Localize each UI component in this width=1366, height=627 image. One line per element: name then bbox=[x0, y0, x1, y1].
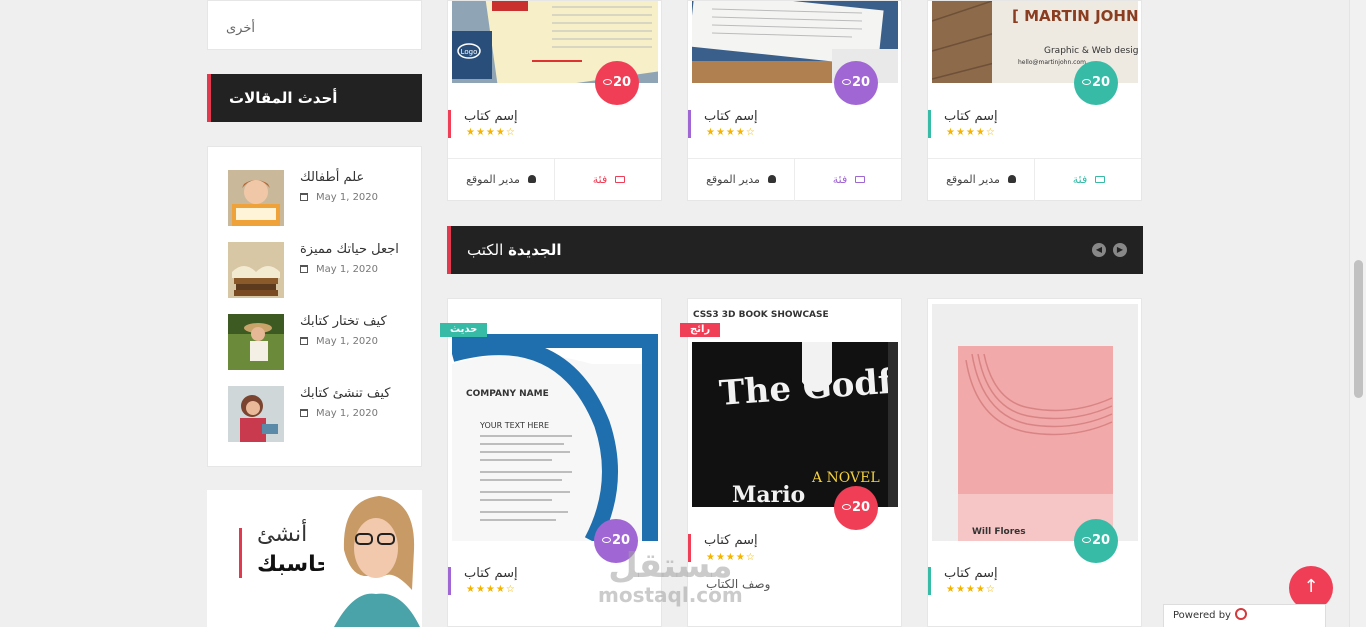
status-ribbon: حديث bbox=[440, 323, 488, 337]
recent-post-title[interactable]: كيف تختار كتابك bbox=[300, 314, 387, 329]
user-icon bbox=[1007, 175, 1016, 183]
book-card[interactable]: 20 إسم كتاب ★★★★☆ مدير الموقع فئة bbox=[687, 0, 902, 201]
chevron-right-icon: ▶ bbox=[1116, 245, 1124, 254]
category-other-link[interactable]: أخرى bbox=[226, 21, 255, 36]
category-other-box: أخرى bbox=[207, 0, 422, 50]
eye-icon bbox=[841, 504, 851, 510]
views-badge: 20 bbox=[595, 61, 639, 105]
folder-icon bbox=[1095, 176, 1106, 183]
recent-post-item[interactable]: اجعل حياتك مميزة May 1, 2020 bbox=[228, 242, 408, 298]
folder-icon bbox=[855, 176, 866, 183]
recent-post-item[interactable]: علم أطفالك May 1, 2020 bbox=[228, 170, 408, 226]
card-role-text: Graphic & Web design bbox=[1044, 46, 1138, 56]
ad-woman-image bbox=[324, 490, 422, 627]
eye-icon bbox=[602, 79, 612, 85]
rating-stars: ★★★★☆ bbox=[466, 127, 516, 138]
book-title[interactable]: إسم كتاب bbox=[928, 566, 1141, 581]
calendar-icon bbox=[300, 409, 308, 417]
recent-post-thumbnail[interactable] bbox=[228, 170, 284, 226]
recent-post-date: May 1, 2020 bbox=[300, 264, 378, 275]
book-title[interactable]: إسم كتاب bbox=[448, 109, 661, 124]
rating-stars: ★★★★☆ bbox=[946, 584, 996, 595]
book-card[interactable]: [ MARTIN JOHN Graphic & Web design hello… bbox=[927, 0, 1142, 201]
views-badge: 20 bbox=[834, 61, 878, 105]
eye-icon bbox=[601, 537, 611, 543]
book-cover-image[interactable]: COMPANY NAME YOUR TEXT HERE bbox=[452, 304, 658, 541]
book-title[interactable]: إسم كتاب bbox=[688, 109, 901, 124]
carousel-prev-button[interactable]: ◀ bbox=[1092, 243, 1106, 257]
webhost-logo-icon bbox=[1234, 608, 1247, 620]
ad-subheadline: حاسبك bbox=[257, 552, 333, 577]
cover-author-text: Mario bbox=[732, 482, 805, 507]
card-footer: مدير الموقع فئة bbox=[928, 158, 1143, 201]
recent-post-title[interactable]: كيف تنشئ كتابك bbox=[300, 386, 390, 401]
ad-headline: أنشئ bbox=[257, 522, 308, 547]
cover-company-text: COMPANY NAME bbox=[466, 389, 549, 399]
arrow-up-icon: ↑ bbox=[1303, 576, 1319, 597]
calendar-icon bbox=[300, 193, 308, 201]
cover-subtitle-text: A NOVEL bbox=[811, 470, 880, 486]
showcase-header: CSS3 3D BOOK SHOWCASE bbox=[693, 310, 829, 320]
recent-post-thumbnail[interactable] bbox=[228, 386, 284, 442]
recent-post-item[interactable]: كيف تختار كتابك May 1, 2020 bbox=[228, 314, 408, 370]
book-cover-image[interactable]: Will Flores bbox=[932, 304, 1138, 541]
section-title: الجديدة الكتب bbox=[467, 241, 562, 259]
powered-by-badge[interactable]: Powered by000webhost bbox=[1163, 604, 1326, 627]
category-link[interactable]: فئة bbox=[795, 159, 903, 201]
recent-posts-heading: أحدث المقالات bbox=[207, 74, 422, 122]
category-link[interactable]: فئة bbox=[1035, 159, 1143, 201]
views-badge: 20 bbox=[834, 486, 878, 530]
eye-icon bbox=[1081, 79, 1091, 85]
user-icon bbox=[527, 175, 536, 183]
card-footer: مدير الموقع فئة bbox=[688, 158, 903, 201]
page-scrollbar[interactable] bbox=[1349, 0, 1366, 627]
status-ribbon: رائج bbox=[680, 323, 721, 337]
author-link[interactable]: مدير الموقع bbox=[448, 159, 555, 201]
cover-logo-text: Logo bbox=[461, 48, 478, 56]
rating-stars: ★★★★☆ bbox=[706, 127, 756, 138]
rating-stars: ★★★★☆ bbox=[466, 584, 516, 595]
scrollbar-thumb[interactable] bbox=[1354, 260, 1363, 398]
user-icon bbox=[767, 175, 776, 183]
views-badge: 20 bbox=[1074, 61, 1118, 105]
recent-posts-list: علم أطفالك May 1, 2020 اجعل حياتك مميزة … bbox=[207, 146, 422, 467]
recent-post-title[interactable]: اجعل حياتك مميزة bbox=[300, 242, 399, 257]
recent-post-title[interactable]: علم أطفالك bbox=[300, 170, 364, 185]
sidebar-ad-banner[interactable]: أنشئ حاسبك bbox=[207, 490, 422, 627]
recent-post-item[interactable]: كيف تنشئ كتابك May 1, 2020 bbox=[228, 386, 408, 442]
card-footer: مدير الموقع فئة bbox=[448, 158, 663, 201]
cover-placeholder-text: YOUR TEXT HERE bbox=[479, 421, 549, 430]
watermark: مستقل mostaql.com bbox=[598, 546, 743, 607]
book-cover-image[interactable]: The Godfather A NOVEL Mario bbox=[692, 342, 898, 507]
calendar-icon bbox=[300, 265, 308, 273]
card-name-text: [ MARTIN JOHN bbox=[1012, 7, 1138, 25]
carousel-next-button[interactable]: ▶ bbox=[1113, 243, 1127, 257]
chevron-left-icon: ◀ bbox=[1095, 245, 1103, 254]
calendar-icon bbox=[300, 337, 308, 345]
recent-post-date: May 1, 2020 bbox=[300, 408, 378, 419]
author-link[interactable]: مدير الموقع bbox=[688, 159, 795, 201]
recent-post-thumbnail[interactable] bbox=[228, 314, 284, 370]
book-card[interactable]: Logo 20 إسم كتاب ★★★★☆ مدير الموقع فئة bbox=[447, 0, 662, 201]
new-books-section-header: الجديدة الكتب ◀ ▶ bbox=[447, 226, 1143, 274]
eye-icon bbox=[1081, 537, 1091, 543]
recent-post-date: May 1, 2020 bbox=[300, 192, 378, 203]
recent-post-thumbnail[interactable] bbox=[228, 242, 284, 298]
eye-icon bbox=[841, 79, 851, 85]
views-badge: 20 bbox=[1074, 519, 1118, 563]
book-title[interactable]: إسم كتاب bbox=[928, 109, 1141, 124]
ad-accent-bar bbox=[239, 528, 242, 578]
recent-post-date: May 1, 2020 bbox=[300, 336, 378, 347]
folder-icon bbox=[615, 176, 626, 183]
category-link[interactable]: فئة bbox=[555, 159, 663, 201]
book-card[interactable]: Will Flores 20 إسم كتاب ★★★★☆ bbox=[927, 298, 1142, 627]
cover-author-text: Will Flores bbox=[972, 527, 1026, 537]
rating-stars: ★★★★☆ bbox=[946, 127, 996, 138]
author-link[interactable]: مدير الموقع bbox=[928, 159, 1035, 201]
card-email-text: hello@martinjohn.com bbox=[1018, 59, 1086, 66]
